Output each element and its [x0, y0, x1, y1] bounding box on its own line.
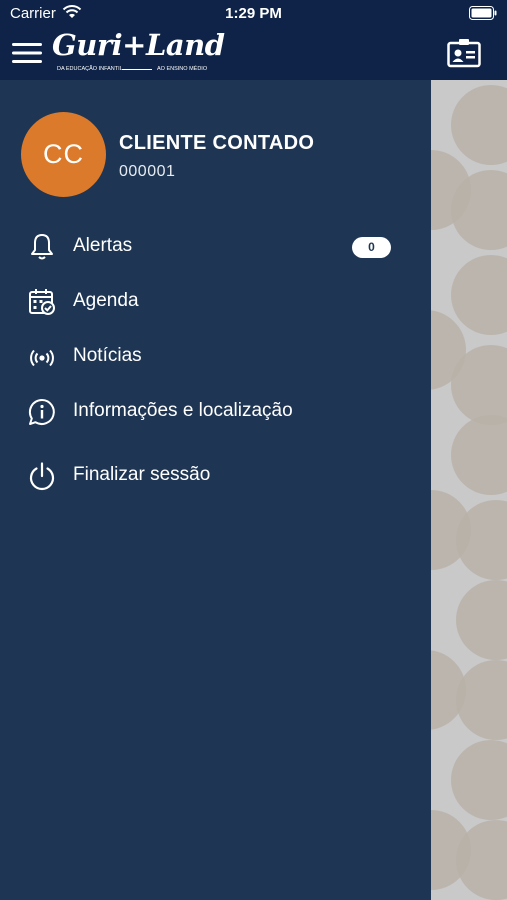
menu-item-label: Agenda [73, 290, 139, 311]
hamburger-menu-icon[interactable] [12, 40, 42, 66]
menu-item-info[interactable]: Informações e localização [0, 386, 431, 436]
avatar[interactable]: CC [21, 112, 106, 197]
power-icon [29, 462, 55, 491]
clock: 1:29 PM [225, 5, 282, 22]
menu-item-label: Finalizar sessão [73, 464, 211, 485]
logo-divider [122, 69, 152, 70]
app-logo: Guri+Land DA EDUCAÇÃO INFANTIL AO ENSINO… [52, 28, 225, 76]
user-name: CLIENTE CONTADO [119, 132, 315, 154]
calendar-check-icon [29, 289, 55, 315]
logo-brand: Guri+Land [52, 28, 225, 62]
status-bar: Carrier 1:29 PM [0, 0, 507, 28]
battery-icon [469, 6, 497, 20]
menu-item-label: Informações e localização [73, 400, 293, 421]
menu-item-alerts[interactable]: Alertas 0 [0, 221, 431, 271]
menu-item-logout[interactable]: Finalizar sessão [0, 450, 431, 500]
menu-item-label: Alertas [73, 235, 133, 256]
id-card-icon[interactable] [447, 38, 481, 68]
bell-icon [31, 234, 53, 260]
navigation-drawer: CC CLIENTE CONTADO 000001 Alertas 0 Agen… [0, 80, 431, 900]
alerts-count-badge: 0 [352, 237, 391, 258]
logo-tagline-left: DA EDUCAÇÃO INFANTIL [57, 66, 123, 72]
info-chat-icon [28, 398, 55, 425]
menu-item-news[interactable]: Notícias [0, 331, 431, 381]
background-pattern [431, 80, 507, 900]
broadcast-icon [30, 349, 54, 367]
menu-item-label: Notícias [73, 345, 142, 366]
logo-tagline-right: AO ENSINO MÉDIO [157, 66, 208, 72]
app-header: Guri+Land DA EDUCAÇÃO INFANTIL AO ENSINO… [0, 28, 507, 80]
menu-item-agenda[interactable]: Agenda [0, 276, 431, 326]
user-id: 000001 [119, 163, 176, 180]
